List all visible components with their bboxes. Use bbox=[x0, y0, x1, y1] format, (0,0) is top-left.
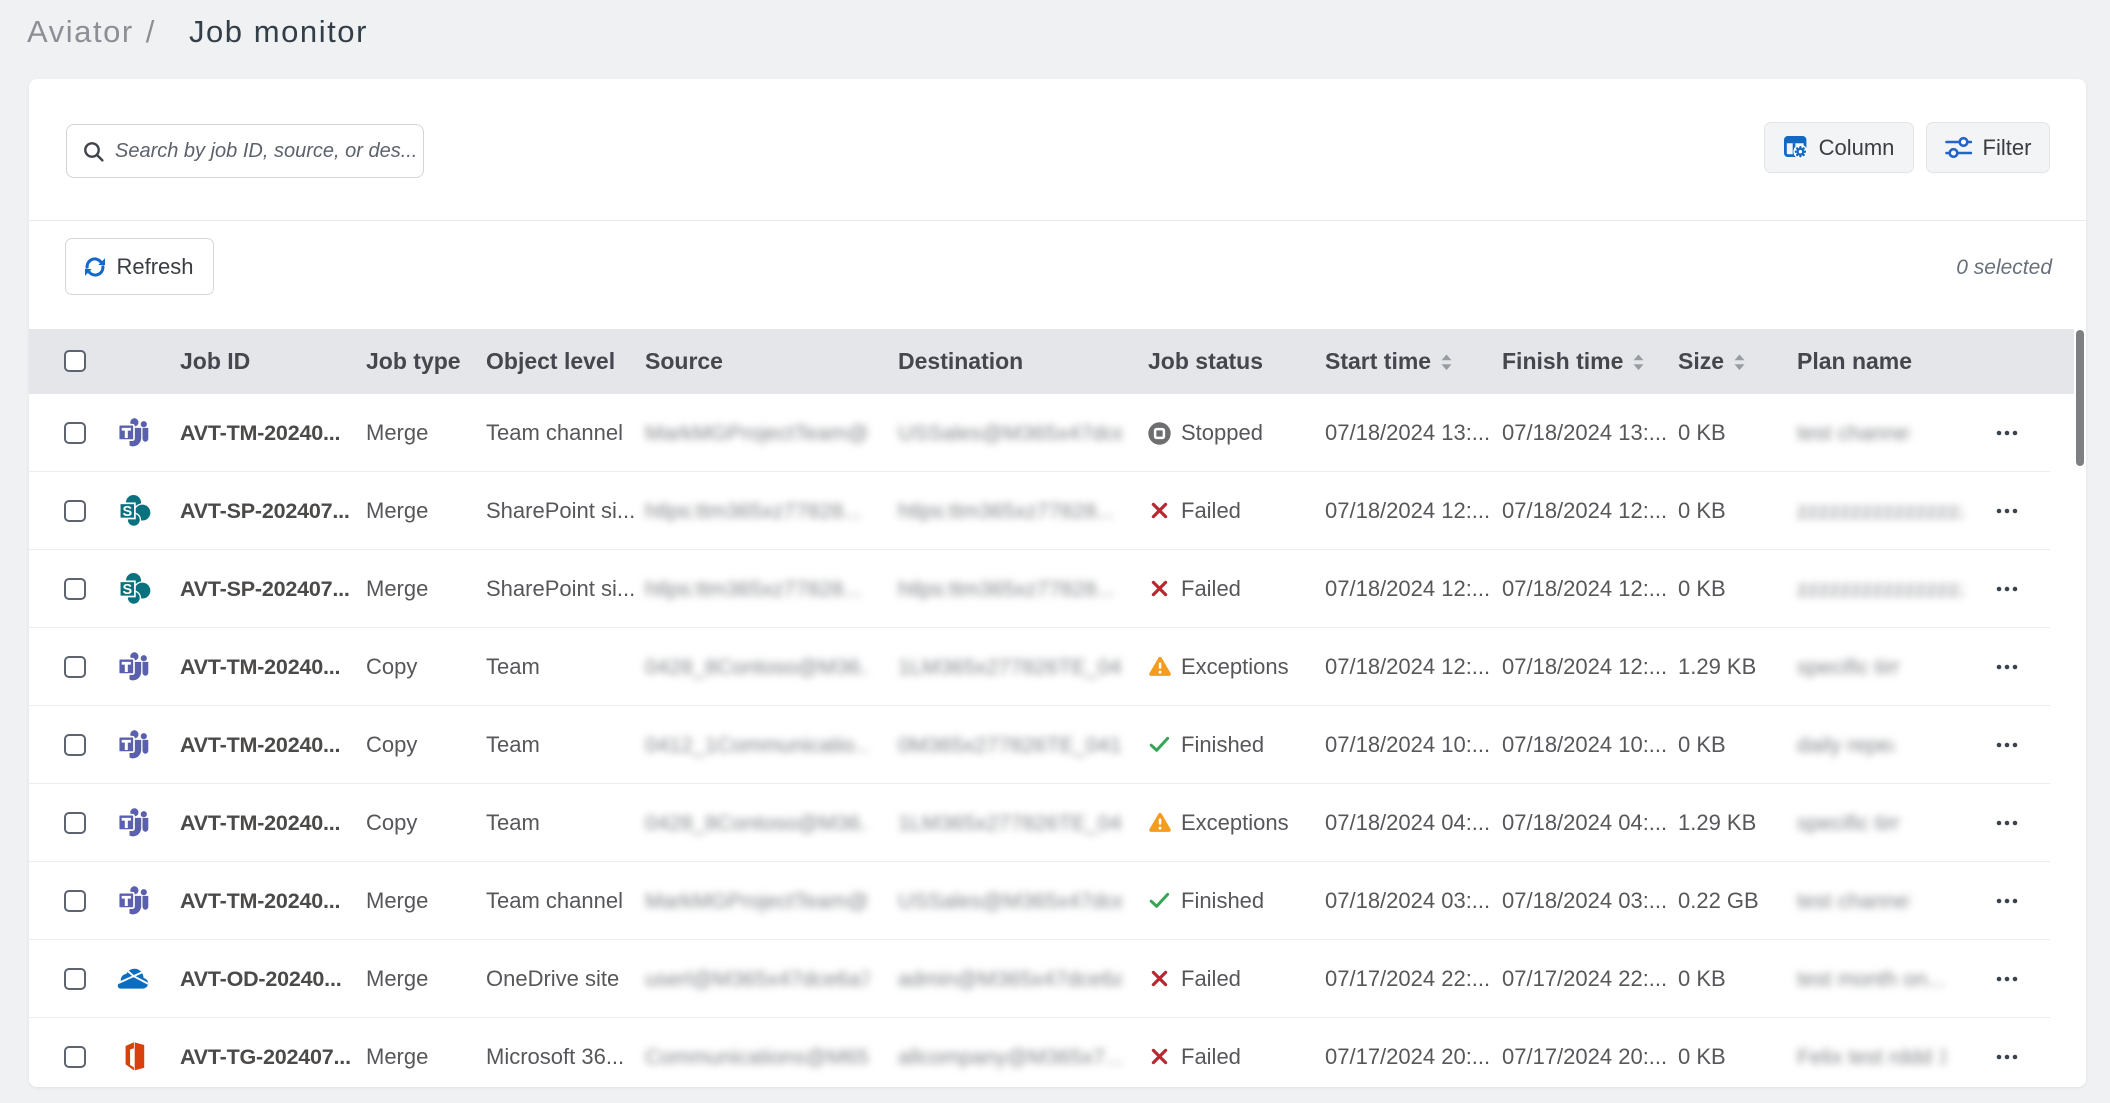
svg-text:S: S bbox=[122, 582, 132, 598]
svg-text:S: S bbox=[122, 504, 132, 520]
